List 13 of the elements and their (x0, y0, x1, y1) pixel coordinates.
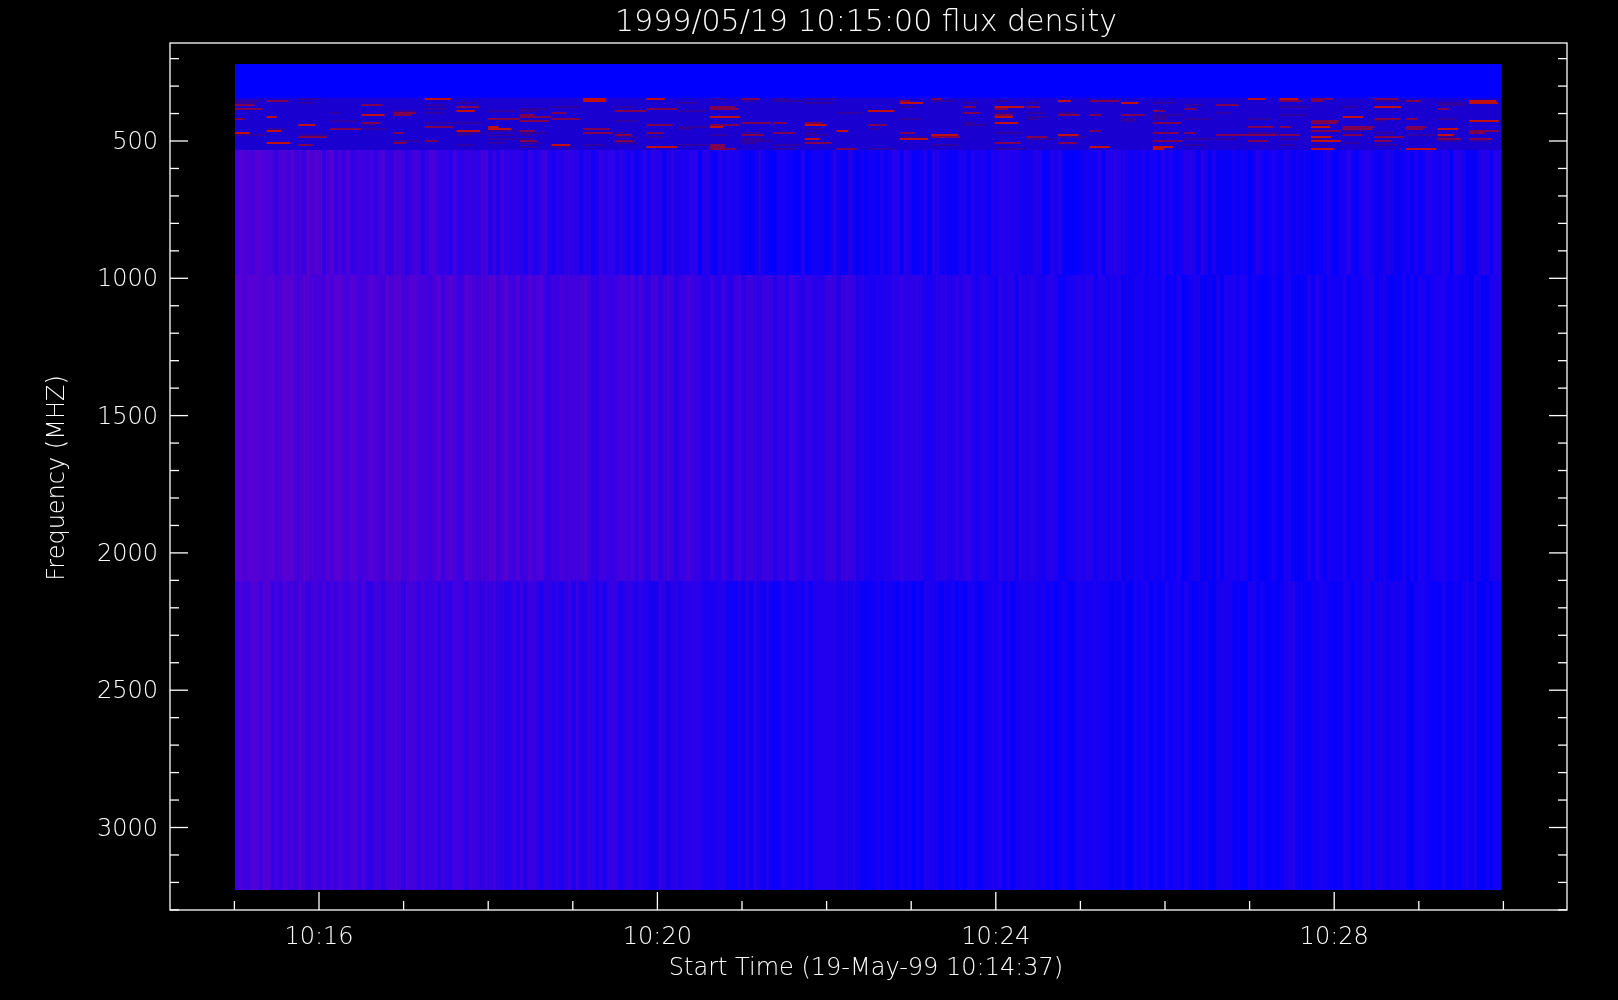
x-tick-label: 10:28 (1299, 922, 1369, 950)
y-tick-label: 2000 (96, 538, 158, 567)
x-axis-label: Start Time (19-May-99 10:14:37) (668, 953, 1064, 981)
y-tick-label: 1500 (96, 401, 158, 430)
y-axis-label: Frequency (MHZ) (42, 375, 70, 581)
plot-title: 1999/05/19 10:15:00 flux density (615, 3, 1117, 38)
y-tick-label: 1000 (96, 264, 158, 293)
x-tick-label: 10:20 (622, 922, 692, 950)
y-tick-label: 500 (112, 127, 158, 155)
x-tick-label: 10:16 (284, 922, 354, 950)
x-tick-label: 10:24 (961, 922, 1031, 950)
y-tick-label: 2500 (96, 676, 158, 705)
y-tick-label: 3000 (96, 813, 158, 842)
